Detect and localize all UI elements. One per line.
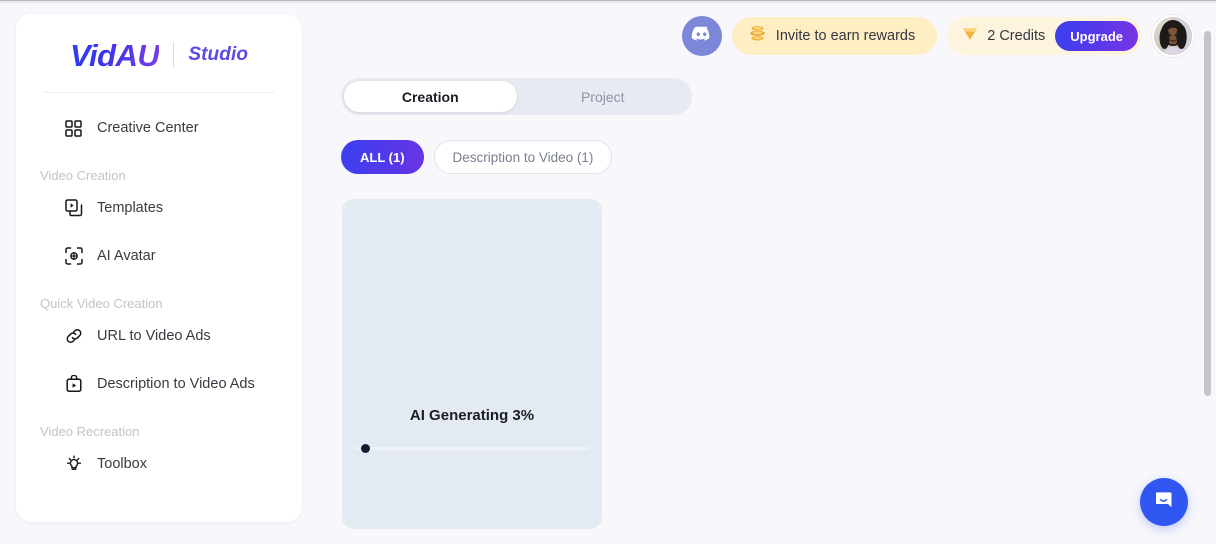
tab-project[interactable]: Project: [517, 81, 690, 112]
generation-progress-bar[interactable]: [354, 442, 590, 454]
sidebar-group-title-video-recreation: Video Recreation: [40, 424, 140, 439]
templates-icon: [64, 199, 83, 218]
sidebar-item-label: URL to Video Ads: [97, 328, 211, 344]
sidebar-group-title-video-creation: Video Creation: [40, 168, 126, 183]
sidebar-item-label: Creative Center: [97, 120, 199, 136]
sidebar-group-title-quick-video-creation: Quick Video Creation: [40, 296, 163, 311]
page-scrollbar-track[interactable]: [1204, 6, 1214, 544]
progress-track: [354, 447, 590, 450]
sidebar-item-label: Description to Video Ads: [97, 376, 255, 392]
lightbulb-icon: [64, 455, 83, 474]
sidebar-item-templates[interactable]: Templates: [16, 187, 302, 229]
sidebar-item-creative-center[interactable]: Creative Center: [16, 107, 302, 149]
ai-avatar-icon: [64, 247, 83, 266]
progress-handle[interactable]: [360, 444, 370, 453]
filter-chip-all[interactable]: ALL (1): [341, 140, 424, 174]
sidebar-item-ai-avatar[interactable]: AI Avatar: [16, 235, 302, 277]
generation-status-label: AI Generating 3%: [409, 407, 535, 424]
main-content: Creation Project ALL (1) Description to …: [340, 0, 1190, 544]
app-root: VidAU Studio Creative Center Video Creat…: [0, 0, 1216, 544]
sidebar-item-toolbox[interactable]: Toolbox: [16, 443, 302, 485]
filter-chip-group: ALL (1) Description to Video (1): [341, 140, 613, 174]
sidebar-divider: [43, 92, 275, 93]
generation-card[interactable]: AI Generating 3%: [342, 199, 602, 529]
brand-subtitle: Studio: [188, 44, 249, 65]
view-tabs: Creation Project: [341, 78, 692, 115]
grid-icon: [64, 119, 83, 138]
sidebar-nav: Creative Center Video Creation Templates: [16, 107, 302, 485]
tab-creation[interactable]: Creation: [344, 81, 517, 112]
sidebar-item-description-to-video-ads[interactable]: Description to Video Ads: [16, 363, 302, 405]
sidebar: VidAU Studio Creative Center Video Creat…: [16, 14, 302, 522]
brand-logo: VidAU: [69, 37, 160, 73]
intercom-chat-button[interactable]: [1140, 478, 1188, 526]
sidebar-item-label: AI Avatar: [97, 248, 156, 264]
page-scrollbar-thumb[interactable]: [1204, 31, 1211, 396]
sidebar-item-url-to-video-ads[interactable]: URL to Video Ads: [16, 315, 302, 357]
brand-header[interactable]: VidAU Studio: [16, 14, 302, 90]
brand-divider: [173, 42, 175, 68]
filter-chip-description-to-video[interactable]: Description to Video (1): [433, 140, 613, 174]
sidebar-item-label: Templates: [97, 200, 164, 216]
description-video-icon: [64, 375, 83, 394]
link-icon: [64, 327, 83, 346]
sidebar-item-label: Toolbox: [97, 456, 147, 472]
chat-bubble-icon: [1152, 488, 1176, 517]
